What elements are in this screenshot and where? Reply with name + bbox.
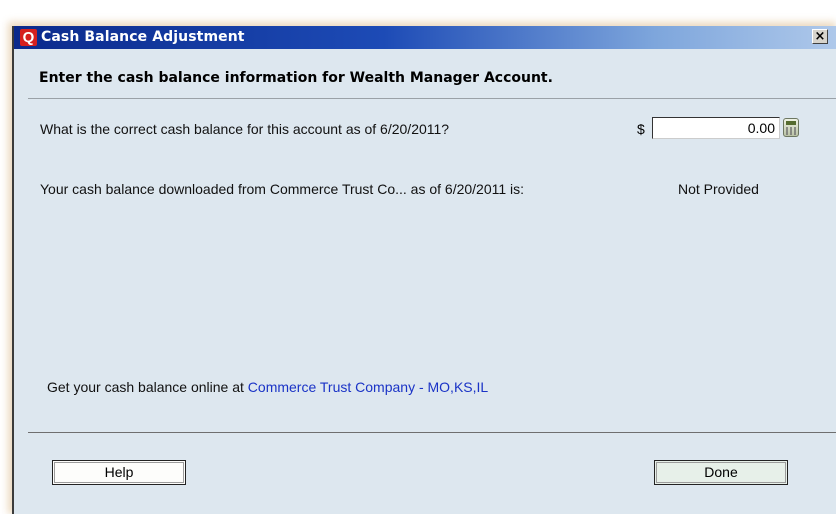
downloaded-balance-value: Not Provided [678, 181, 759, 197]
downloaded-balance-label: Your cash balance downloaded from Commer… [40, 181, 525, 197]
calculator-icon[interactable] [783, 118, 799, 137]
quicken-logo-icon: Q [20, 29, 37, 46]
calculator-keys [786, 127, 796, 135]
window-title: Cash Balance Adjustment [41, 29, 245, 45]
dialog-heading: Enter the cash balance information for W… [39, 70, 553, 86]
online-balance-line: Get your cash balance online at Commerce… [47, 379, 488, 395]
commerce-trust-link[interactable]: Commerce Trust Company - MO,KS,IL [248, 379, 488, 395]
done-button[interactable]: Done [654, 460, 788, 485]
close-icon[interactable]: × [812, 29, 828, 44]
divider-bottom [28, 432, 836, 433]
calculator-screen [786, 121, 796, 125]
cash-balance-input[interactable]: 0.00 [652, 117, 780, 139]
title-bar[interactable]: Q Cash Balance Adjustment × [14, 26, 836, 49]
divider-top [28, 98, 836, 99]
cash-balance-question: What is the correct cash balance for thi… [40, 121, 450, 137]
online-balance-prefix: Get your cash balance online at [47, 379, 248, 395]
currency-symbol: $ [637, 121, 645, 137]
cash-balance-dialog: Q Cash Balance Adjustment × Enter the ca… [12, 26, 836, 514]
help-button[interactable]: Help [52, 460, 186, 485]
